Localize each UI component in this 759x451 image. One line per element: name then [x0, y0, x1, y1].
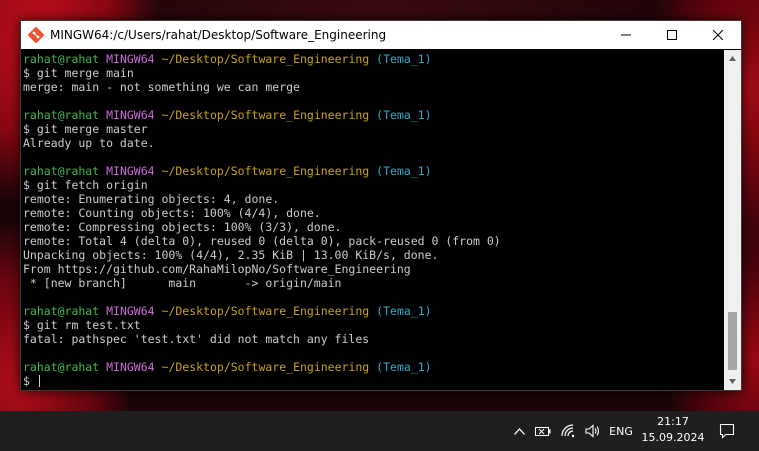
prompt-line: rahat@rahat MINGW64 ~/Desktop/Software_E…: [23, 52, 724, 66]
clock-date: 15.09.2024: [641, 431, 705, 444]
caret-down-icon: [729, 379, 736, 384]
terminal-output[interactable]: rahat@rahat MINGW64 ~/Desktop/Software_E…: [21, 50, 724, 390]
scroll-down-button[interactable]: [724, 373, 741, 390]
window-title: MINGW64:/c/Users/rahat/Desktop/Software_…: [50, 28, 387, 42]
output-line: merge: main - not something we can merge: [23, 80, 300, 94]
minimize-button[interactable]: [603, 21, 649, 49]
prompt-branch: (Tema_1): [376, 108, 432, 122]
scroll-up-button[interactable]: [724, 50, 741, 67]
close-icon: [713, 30, 723, 40]
output-line: From https://github.com/RahaMilopNo/Soft…: [23, 262, 411, 276]
scrollbar-thumb[interactable]: [728, 312, 737, 370]
output-line: fatal: pathspec 'test.txt' did not match…: [23, 332, 370, 346]
output-line: remote: Compressing objects: 100% (3/3),…: [23, 220, 342, 234]
output-line: $ git fetch origin: [23, 178, 148, 192]
wifi-icon: [561, 424, 575, 438]
maximize-icon: [667, 30, 677, 40]
prompt-path: ~/Desktop/Software_Engineering: [161, 108, 370, 122]
close-button[interactable]: [695, 21, 741, 49]
output-line: Already up to date.: [23, 136, 155, 150]
output-line: remote: Counting objects: 100% (4/4), do…: [23, 206, 321, 220]
prompt-branch: (Tema_1): [376, 304, 432, 318]
prompt-shell: MINGW64: [106, 108, 155, 122]
prompt-user: rahat@rahat: [23, 108, 100, 122]
vertical-scrollbar[interactable]: [724, 50, 741, 390]
input-language[interactable]: ENG: [606, 411, 636, 451]
prompt-line: rahat@rahat MINGW64 ~/Desktop/Software_E…: [23, 108, 724, 122]
output-line: $ git rm test.txt: [23, 318, 141, 332]
text-cursor: [38, 375, 40, 387]
output-line: Unpacking objects: 100% (4/4), 2.35 KiB …: [23, 248, 439, 262]
input-line: $: [23, 374, 724, 388]
prompt-path: ~/Desktop/Software_Engineering: [161, 360, 370, 374]
notifications-button[interactable]: [714, 411, 740, 451]
prompt-user: rahat@rahat: [23, 164, 100, 178]
taskbar: ENG 21:17 15.09.2024: [0, 411, 759, 451]
chevron-up-icon: [513, 427, 525, 435]
prompt-shell: MINGW64: [106, 164, 155, 178]
input-prompt: $: [23, 374, 37, 388]
maximize-button[interactable]: [649, 21, 695, 49]
prompt-shell: MINGW64: [106, 304, 155, 318]
prompt-branch: (Tema_1): [376, 360, 432, 374]
caret-up-icon: [729, 56, 736, 61]
clock-time: 21:17: [657, 415, 689, 428]
git-bash-icon: [28, 27, 44, 43]
title-bar[interactable]: MINGW64:/c/Users/rahat/Desktop/Software_…: [21, 21, 741, 49]
output-line: remote: Enumerating objects: 4, done.: [23, 192, 280, 206]
output-line: $ git merge main: [23, 66, 134, 80]
battery-status[interactable]: [532, 411, 554, 451]
terminal-window[interactable]: MINGW64:/c/Users/rahat/Desktop/Software_…: [20, 20, 742, 391]
prompt-path: ~/Desktop/Software_Engineering: [161, 304, 370, 318]
output-line: $ git merge master: [23, 122, 148, 136]
network-status[interactable]: [558, 411, 580, 451]
output-line: remote: Total 4 (delta 0), reused 0 (del…: [23, 234, 501, 248]
show-hidden-icons-button[interactable]: [509, 411, 529, 451]
prompt-user: rahat@rahat: [23, 304, 100, 318]
prompt-user: rahat@rahat: [23, 360, 100, 374]
prompt-branch: (Tema_1): [376, 164, 432, 178]
prompt-shell: MINGW64: [106, 52, 155, 66]
speaker-icon: [585, 424, 600, 438]
prompt-line: rahat@rahat MINGW64 ~/Desktop/Software_E…: [23, 360, 724, 374]
prompt-path: ~/Desktop/Software_Engineering: [161, 52, 370, 66]
prompt-line: rahat@rahat MINGW64 ~/Desktop/Software_E…: [23, 164, 724, 178]
prompt-shell: MINGW64: [106, 360, 155, 374]
prompt-branch: (Tema_1): [376, 52, 432, 66]
clock[interactable]: 21:17 15.09.2024: [636, 414, 710, 446]
prompt-user: rahat@rahat: [23, 52, 100, 66]
output-line: * [new branch] main -> origin/main: [23, 276, 342, 290]
volume-control[interactable]: [582, 411, 604, 451]
prompt-line: rahat@rahat MINGW64 ~/Desktop/Software_E…: [23, 304, 724, 318]
battery-icon: [535, 427, 551, 436]
prompt-path: ~/Desktop/Software_Engineering: [161, 164, 370, 178]
minimize-icon: [621, 34, 631, 36]
notification-icon: [719, 423, 735, 439]
